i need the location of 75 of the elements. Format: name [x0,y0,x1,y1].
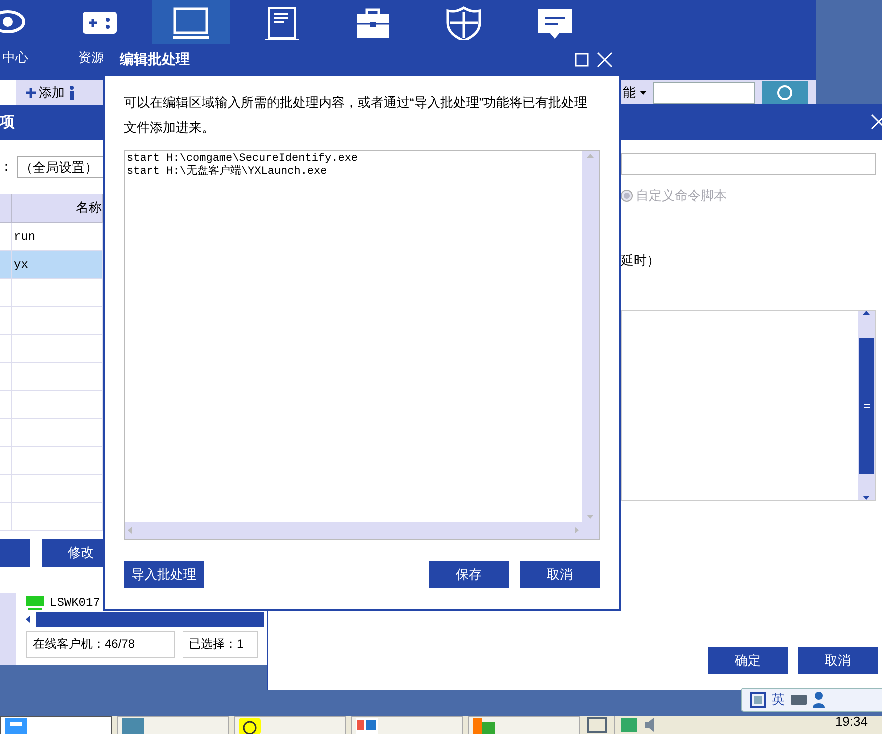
add-button[interactable]: 添加 [26,84,65,102]
app-icon [122,718,144,734]
confirm-button[interactable]: 确定 [708,647,788,674]
close-icon[interactable] [870,113,882,131]
window-title: 项 [0,113,15,132]
user-icon[interactable] [813,692,825,708]
field-label: ： [0,158,13,176]
table-cell [0,335,12,363]
nav-label: 中心 [2,49,28,67]
monitor-icon [172,6,210,40]
status-text: 已选择：1 [183,630,258,658]
horizontal-scrollbar[interactable] [20,612,264,627]
app-icon [356,718,378,734]
table-cell [0,447,12,475]
plus-icon [26,88,36,98]
table-cell [0,391,12,419]
vertical-scrollbar[interactable] [858,311,875,500]
app-icon [5,718,27,734]
desktop-icon[interactable] [587,717,607,733]
app-icon [473,718,495,734]
script-line: start H:\comgame\SecureIdentify.exe [127,153,360,165]
vertical-scrollbar[interactable] [582,151,599,522]
input-method-indicator[interactable]: 英 [772,691,785,709]
scroll-down-icon [587,515,594,519]
taskbar-button[interactable] [351,716,463,734]
cancel-button[interactable]: 取消 [520,561,600,588]
table-cell [0,419,12,447]
nav-tab[interactable] [152,0,230,44]
column-header [0,194,12,223]
dropdown-arrow-icon [640,91,647,95]
grip-icon [864,404,870,408]
scroll-up-icon [863,311,870,315]
save-button[interactable]: 保存 [429,561,509,588]
scroll-up-icon [587,154,594,158]
script-line: start H:\无盘客户端\YXLaunch.exe [127,166,328,179]
table-cell[interactable]: yx [12,251,103,279]
message-icon [536,6,574,40]
search-field[interactable] [653,82,755,104]
scope-dropdown[interactable]: （全局设置） [17,156,103,178]
table-cell [0,307,12,335]
maximize-icon[interactable] [575,53,589,67]
search-icon [777,85,793,101]
info-icon [69,86,75,100]
cancel-button[interactable]: 取消 [798,647,878,674]
search-button[interactable] [762,81,808,105]
batch-editor[interactable]: start H:\comgame\SecureIdentify.exe start H:\无盘客户端\YXLaunch.exe [124,150,600,540]
column-header: 名称 [12,194,103,223]
status-text: 在线客户机：46/78 [26,630,175,658]
scroll-down-icon [863,496,870,500]
nav-label: 资源 [78,49,104,67]
scroll-left-icon [128,527,132,534]
table-cell [0,503,12,531]
table-cell [0,279,12,307]
import-button[interactable]: 导入批处理 [124,561,204,588]
taskbar-button[interactable] [234,716,346,734]
close-icon[interactable] [597,52,613,68]
horizontal-scrollbar[interactable] [125,522,582,539]
edit-button[interactable]: 修改 [42,539,103,567]
scroll-right-icon [575,527,579,534]
function-menu[interactable]: 能 [623,84,647,102]
input-field[interactable] [621,153,876,175]
dialog-title: 编辑批处理 [120,51,191,69]
script-editor[interactable] [621,310,876,501]
client-name[interactable]: LSWK017 [50,596,100,610]
computer-icon [26,596,44,610]
taskbar-button[interactable] [0,716,112,734]
clock: 19:34 [835,714,868,729]
window-icon[interactable] [750,692,766,708]
option-text: 延时） [621,252,661,270]
shield-icon [444,6,482,40]
table-cell [0,363,12,391]
table-cell [0,475,12,503]
table-cell[interactable] [0,251,12,279]
document-icon [262,6,300,40]
dialog-description: 可以在编辑区域输入所需的批处理内容，或者通过“导入批处理”功能将已有批处理文件添加进来。 [124,94,589,137]
